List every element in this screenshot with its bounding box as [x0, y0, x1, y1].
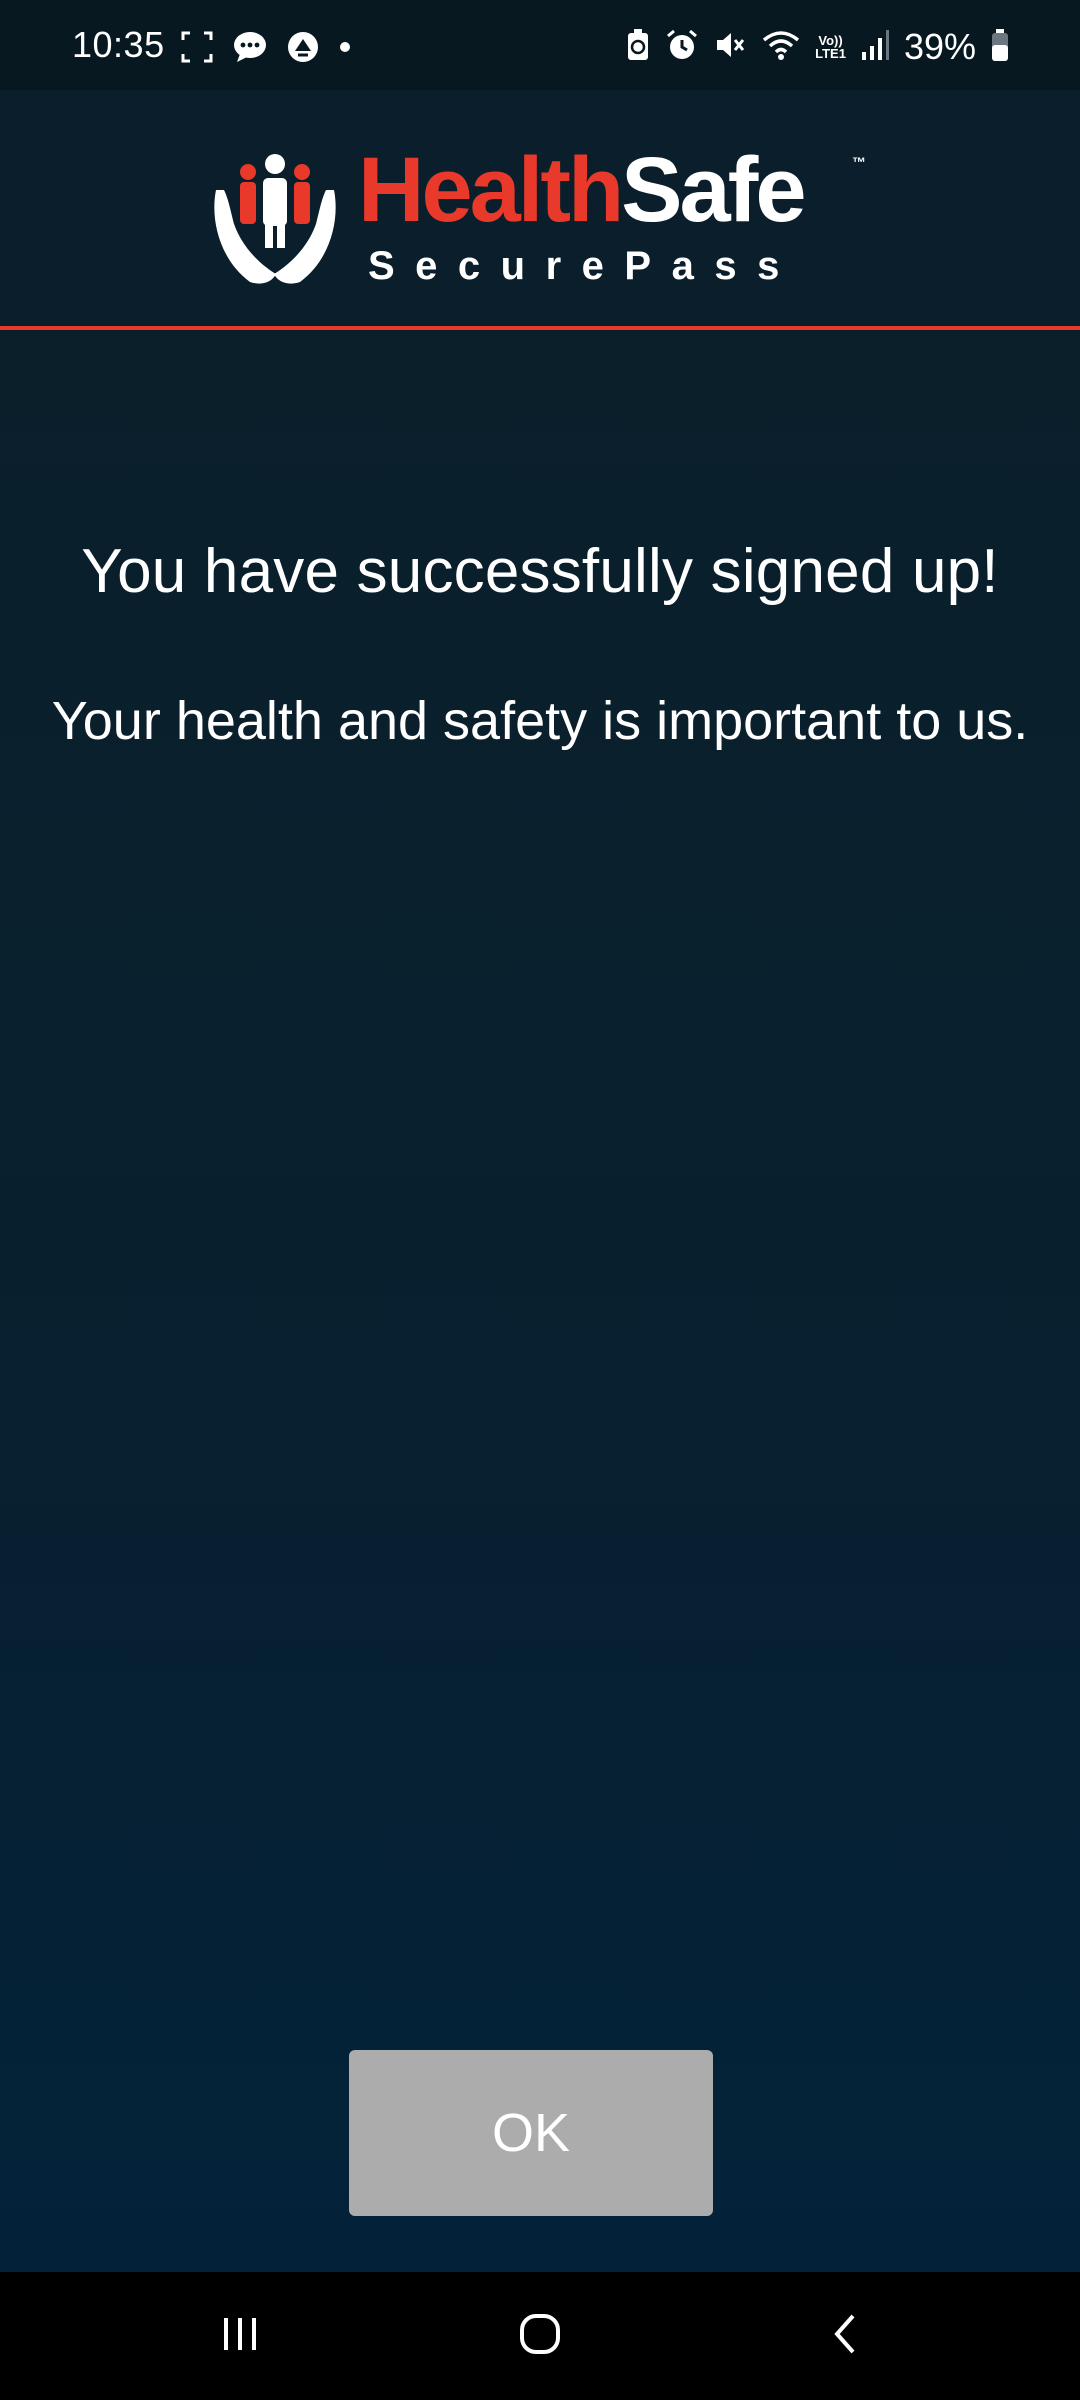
system-nav-bar [0, 2272, 1080, 2400]
mute-icon [713, 28, 747, 67]
logo-subtitle: SecurePass [368, 244, 800, 288]
status-time: 10:35 [72, 24, 165, 65]
screenshot-icon [180, 30, 214, 69]
logo-trademark: ™ [852, 154, 866, 170]
status-right-icons: Vo)) LTE1 39% [625, 26, 1010, 68]
success-subline: Your health and safety is important to u… [51, 691, 1029, 751]
home-button[interactable] [460, 2272, 620, 2400]
battery-icon [990, 28, 1010, 67]
home-icon [516, 2310, 564, 2363]
chat-icon [232, 30, 268, 69]
network-label-bottom: LTE1 [815, 46, 846, 61]
status-bar: 10:35 Vo)) LTE1 39% [0, 0, 1080, 90]
status-left-icons [180, 30, 352, 69]
ok-button[interactable]: OK [349, 2050, 713, 2216]
sync-icon [286, 30, 320, 69]
back-button[interactable] [765, 2272, 925, 2400]
success-headline: You have successfully signed up! [81, 537, 999, 606]
dot-icon [338, 40, 352, 59]
wifi-icon [761, 28, 801, 67]
recent-apps-button[interactable] [160, 2272, 320, 2400]
battery-percent: 39% [903, 26, 976, 67]
main-content [0, 330, 1080, 2272]
logo-health-text: Health [358, 139, 624, 241]
hands-people-icon [210, 150, 340, 290]
logo-safe-text: Safe [621, 139, 806, 241]
network-type-label: Vo)) LTE1 [815, 34, 846, 60]
alarm-icon [665, 28, 699, 67]
signal-icon [860, 28, 890, 67]
battery-saver-icon [625, 28, 651, 67]
logo-wordmark: HealthSafe [358, 144, 807, 236]
healthsafe-logo: HealthSafe ™ SecurePass [210, 140, 870, 300]
back-icon [823, 2310, 867, 2363]
recent-apps-icon [218, 2312, 262, 2361]
